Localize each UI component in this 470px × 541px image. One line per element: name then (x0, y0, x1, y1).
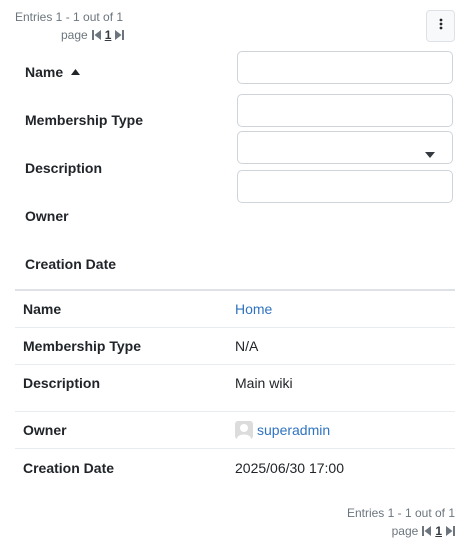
filter-label-text: Creation Date (25, 256, 117, 272)
description-filter-input[interactable] (238, 171, 452, 202)
pager-bottom: Entries 1 - 1 out of 1 page 1 (347, 504, 455, 540)
first-page-icon[interactable] (422, 526, 432, 536)
description-filter-field[interactable] (237, 170, 453, 203)
owner-link[interactable]: superadmin (257, 422, 330, 438)
detail-key: Name (23, 301, 62, 317)
name-filter-input[interactable] (238, 52, 452, 83)
filter-label-text: Description (25, 160, 103, 176)
page-number[interactable]: 1 (105, 26, 112, 44)
vertical-ellipsis-icon (439, 17, 443, 35)
detail-key: Membership Type (23, 338, 141, 354)
filter-label-name[interactable]: Name (25, 64, 81, 80)
filter-label-description[interactable]: Description (25, 160, 102, 176)
membership-type-filter-input[interactable] (238, 95, 452, 126)
filter-label-membership-type[interactable]: Membership Type (25, 112, 143, 128)
membership-type-filter-field[interactable] (237, 94, 453, 127)
detail-row-name: Name Home (15, 291, 455, 328)
detail-row-description: Description Main wiki (15, 365, 455, 412)
page-label: page (61, 28, 88, 42)
pager-top: Entries 1 - 1 out of 1 page 1 (15, 8, 125, 44)
detail-row-membership-type: Membership Type N/A (15, 328, 455, 365)
filter-label-text: Owner (25, 208, 69, 224)
filter-label-owner[interactable]: Owner (25, 208, 69, 224)
detail-row-creation-date: Creation Date 2025/06/30 17:00 (15, 449, 455, 486)
detail-key: Creation Date (23, 459, 115, 476)
filter-label-creation-date[interactable]: Creation Date (25, 256, 116, 272)
sort-ascending-icon[interactable] (71, 69, 81, 75)
detail-key: Owner (23, 422, 67, 438)
actions-menu-button[interactable] (426, 10, 455, 42)
caret-down-icon (425, 145, 435, 163)
pagination: page 1 (15, 26, 125, 44)
owner-value: superadmin (235, 421, 330, 439)
filter-label-text: Name (25, 64, 64, 80)
detail-value: 2025/06/30 17:00 (235, 459, 344, 476)
wiki-name-link[interactable]: Home (235, 301, 272, 317)
page-number[interactable]: 1 (435, 522, 442, 540)
last-page-icon[interactable] (446, 526, 455, 536)
detail-value: N/A (235, 338, 259, 354)
detail-row-owner: Owner superadmin (15, 412, 455, 449)
name-filter-field[interactable] (237, 51, 453, 84)
first-page-icon[interactable] (91, 30, 101, 40)
pagination: page 1 (347, 522, 455, 540)
detail-key: Description (23, 375, 101, 391)
page-label: page (391, 524, 419, 538)
detail-value: Main wiki (235, 375, 293, 391)
user-avatar-icon (235, 421, 253, 439)
filter-label-text: Membership Type (25, 112, 143, 128)
entries-count: Entries 1 - 1 out of 1 (346, 506, 455, 520)
membership-type-select[interactable] (237, 131, 453, 164)
entries-count: Entries 1 - 1 out of 1 (15, 10, 124, 24)
last-page-icon[interactable] (115, 30, 125, 40)
